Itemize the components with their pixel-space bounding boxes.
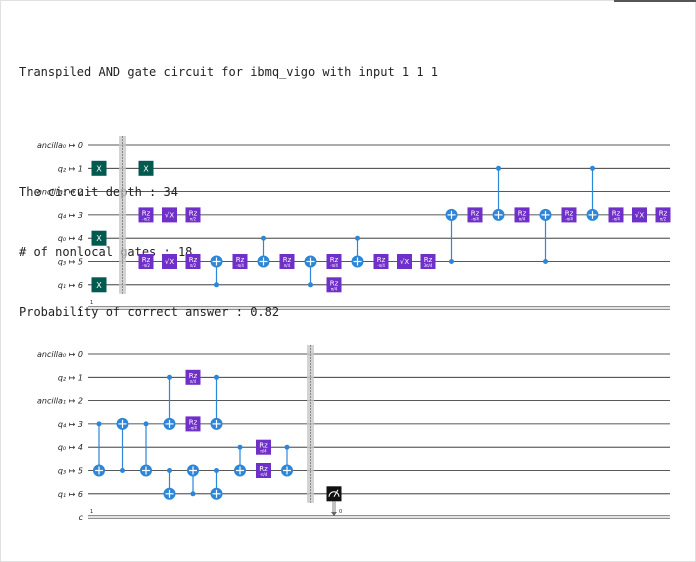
cnot-control [496,165,501,171]
rz-gate-param: π/4 [190,379,197,384]
sx-gate-label: √X [400,258,409,266]
qubit-label: q₀ ↦ 4 [58,234,83,243]
rz-gate-param: π/2 [190,263,197,268]
cnot-control [284,444,290,450]
cnot-control [190,491,196,497]
rz-gate-param: π/2 [190,216,197,221]
rz-gate-param: -π/4 [612,216,620,221]
cnot-control [237,444,243,450]
circuit-row-2: ancilla₀ ↦ 0 q₂ ↦ 1 ancilla₁ ↦ 2 q₄ ↦ 3 q₀ ↦… [37,345,670,522]
qubit-label: q₄ ↦ 3 [58,420,83,429]
x-gate-label: X [143,164,149,173]
cnot-control [308,282,313,288]
rz-gate-param: π/4 [260,449,267,454]
sx-gate-label: √X [165,258,174,266]
measure-bit-label: 0 [339,509,342,515]
rz-gate-param: -π/4 [236,263,244,268]
sx-gate-label: √X [165,211,174,219]
rz-gate-param: -π/2 [142,216,150,221]
rz-gate-param: π/2 [660,216,667,221]
qubit-label: ancilla₁ ↦ 2 [37,188,83,197]
cnot-control [167,374,172,380]
cnot-control [590,165,595,171]
classical-label: c [79,513,84,522]
cnot-control [261,235,266,241]
rz-gate-param: -π/2 [142,263,150,268]
cnot-control [355,235,360,241]
circuit-row-1: ancilla₀ ↦ 0 q₂ ↦ 1 ancilla₁ ↦ 2 q₄ ↦ 3 q₀ ↦… [37,136,671,313]
qubit-label: q₁ ↦ 6 [58,490,83,499]
x-gate: X [138,160,154,176]
x-gate-label: X [96,281,102,290]
qubit-label: q₃ ↦ 5 [58,258,83,267]
qubit-label: q₁ ↦ 6 [58,281,83,290]
rz-gate-param: -π/4 [260,472,268,477]
cnot-control [214,282,219,288]
qubit-label: ancilla₀ ↦ 0 [37,350,83,359]
rz-gate-param: π/4 [519,216,526,221]
qubit-label: ancilla₀ ↦ 0 [37,141,83,150]
qubit-label: ancilla₁ ↦ 2 [37,397,83,406]
x-gate-label: X [96,234,102,243]
cnot-control [214,468,219,473]
rz-gate-param: -π/4 [565,216,573,221]
rz-gate-param: 3π/4 [424,263,433,268]
circuit-diagram: ancilla₀ ↦ 0 q₂ ↦ 1 ancilla₁ ↦ 2 q₄ ↦ 3 q₀ ↦… [37,136,671,522]
qubit-label: q₀ ↦ 4 [58,443,83,452]
classical-bit-count: 1 [90,300,93,306]
cnot-control [143,421,149,427]
rz-gate-param: -π/4 [189,425,197,430]
x-gate: X [91,277,107,293]
rz-gate-param: -π/4 [377,263,385,268]
cnot-control [167,468,172,473]
sx-gate-label: √X [635,211,644,219]
rz-gate-param: π/4 [284,263,291,268]
cnot-control [96,421,102,427]
cnot-control [214,374,219,380]
qubit-label: q₃ ↦ 5 [58,467,83,476]
cnot-control [449,259,454,264]
qubit-label: q₄ ↦ 3 [58,211,83,220]
classical-bit-count: 1 [90,509,93,515]
classical-label: c [79,304,84,313]
measure-gate [326,486,342,502]
cnot-control [543,259,548,264]
rz-gate-param: -π/4 [471,216,479,221]
qubit-label: q₂ ↦ 1 [58,373,83,382]
x-gate: X [91,160,107,176]
rz-gate-param: π/4 [331,286,338,291]
measure-arrow [331,512,337,516]
cnot-control [120,468,125,473]
x-gate: X [91,230,107,246]
rz-gate-param: -π/4 [330,263,338,268]
x-gate-label: X [96,164,102,173]
qubit-label: q₂ ↦ 1 [58,164,83,173]
